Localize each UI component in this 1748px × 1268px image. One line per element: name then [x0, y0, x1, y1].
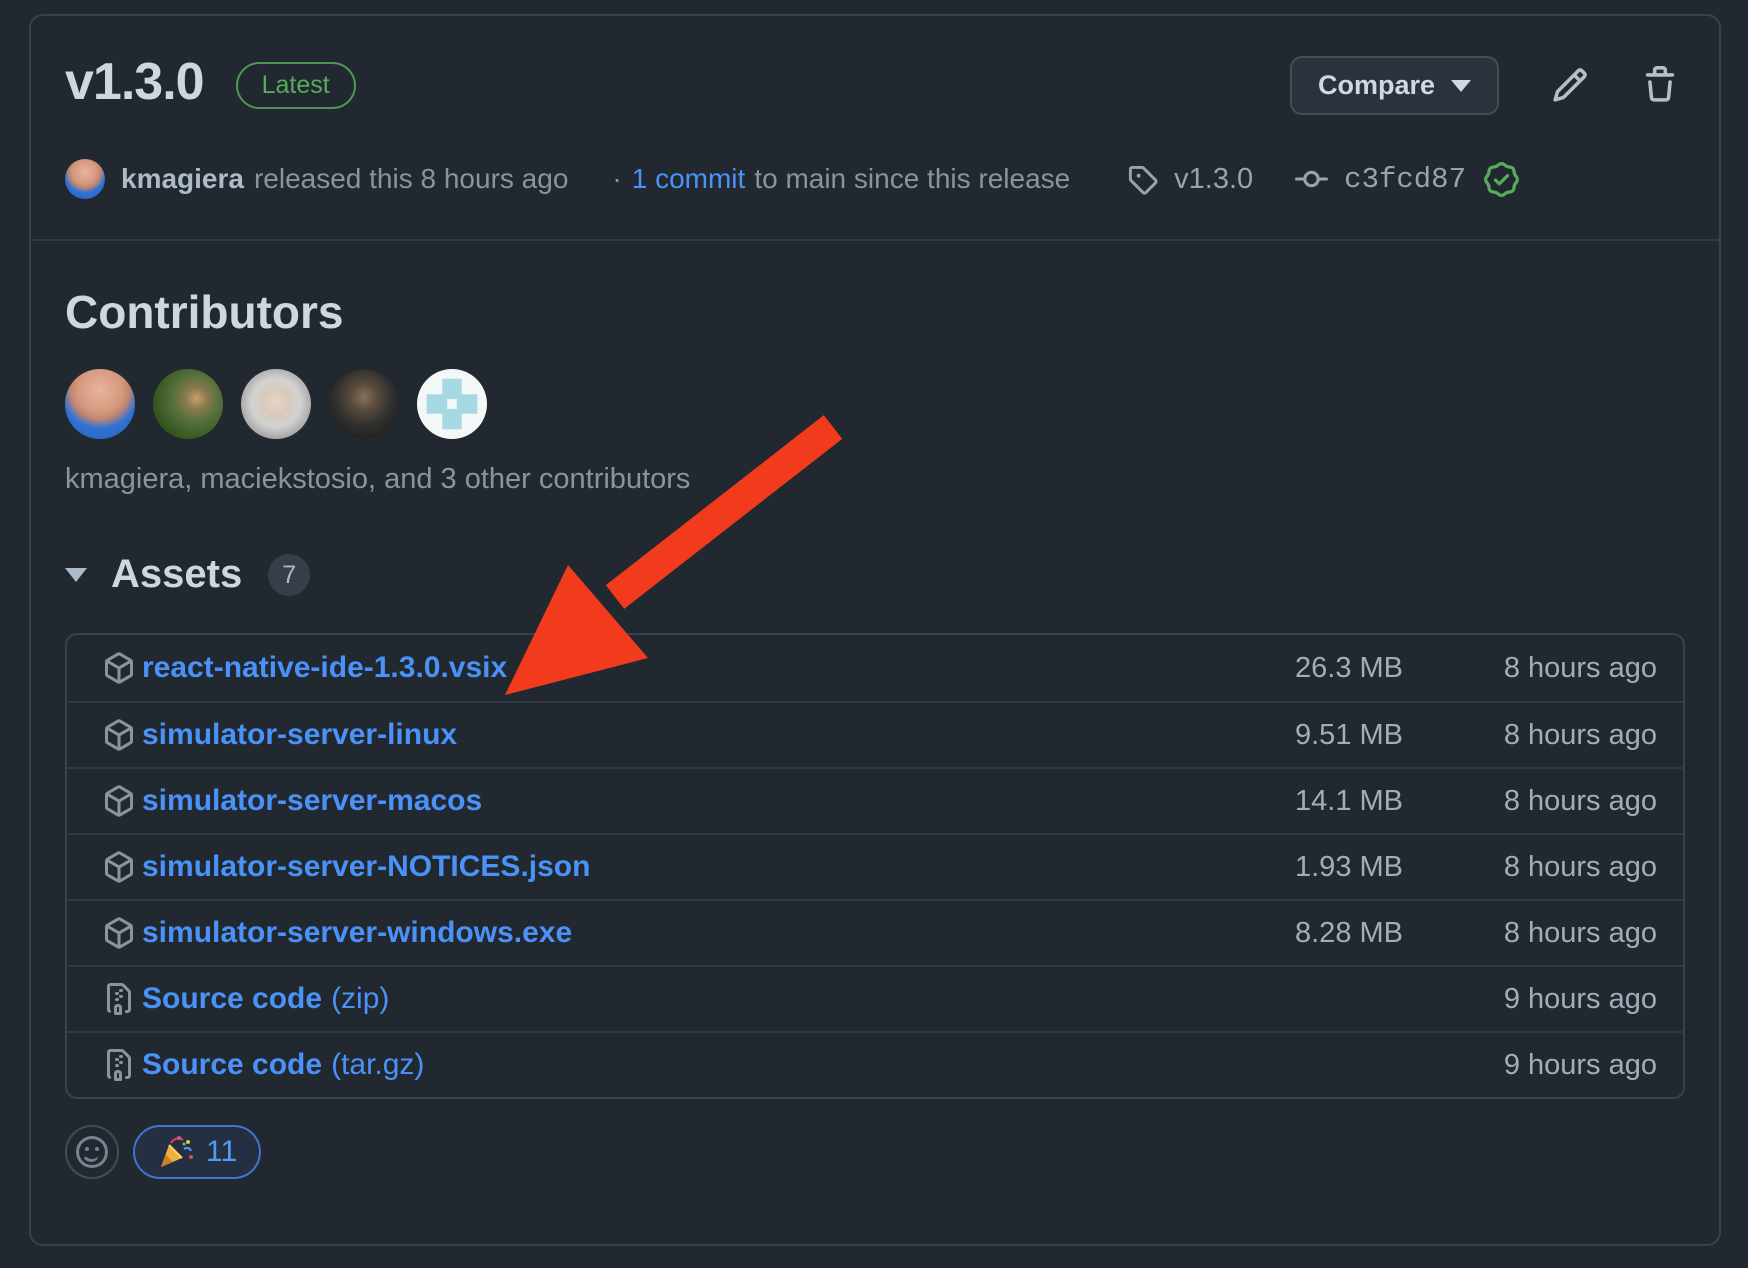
asset-time: 8 hours ago — [1403, 917, 1657, 950]
table-row: react-native-ide-1.3.0.vsix 26.3 MB 8 ho… — [67, 635, 1683, 701]
asset-name: simulator-server-NOTICES.json — [142, 850, 590, 884]
file-zip-icon — [103, 983, 135, 1015]
commits-rest-text: to main since this release — [754, 163, 1070, 195]
asset-suffix: (zip) — [331, 982, 389, 1016]
delete-release-button[interactable] — [1641, 66, 1679, 107]
tag-icon — [1127, 164, 1158, 195]
contributors-avatar-row — [65, 369, 1685, 439]
reaction-tada-button[interactable]: 11 — [133, 1125, 261, 1179]
asset-name: simulator-server-linux — [142, 718, 457, 752]
avatar-contributor-5[interactable] — [417, 369, 487, 439]
asset-name: react-native-ide-1.3.0.vsix — [142, 651, 507, 685]
release-header: v1.3.0 Latest Compare kmagiera released … — [31, 16, 1719, 241]
asset-name: simulator-server-macos — [142, 784, 482, 818]
asset-link[interactable]: simulator-server-NOTICES.json — [142, 850, 590, 884]
asset-link[interactable]: simulator-server-macos — [142, 784, 482, 818]
trash-icon — [1641, 92, 1679, 107]
author-avatar[interactable] — [65, 159, 105, 199]
table-row: simulator-server-macos 14.1 MB 8 hours a… — [67, 767, 1683, 833]
asset-suffix: (tar.gz) — [331, 1048, 424, 1082]
edit-release-button[interactable] — [1551, 66, 1589, 107]
release-actions: Compare — [1290, 56, 1679, 115]
table-row: simulator-server-linux 9.51 MB 8 hours a… — [67, 701, 1683, 767]
add-reaction-button[interactable] — [65, 1125, 119, 1179]
commits-link[interactable]: 1 commit — [632, 163, 746, 195]
reactions-bar: 11 — [65, 1125, 1685, 1179]
author-name[interactable]: kmagiera — [121, 163, 244, 195]
pencil-icon — [1551, 92, 1589, 107]
package-icon — [103, 917, 135, 949]
package-icon — [103, 652, 135, 684]
asset-name: Source code — [142, 1048, 322, 1082]
compare-button[interactable]: Compare — [1290, 56, 1499, 115]
asset-time: 8 hours ago — [1403, 719, 1657, 752]
asset-link[interactable]: react-native-ide-1.3.0.vsix — [142, 651, 507, 685]
latest-badge: Latest — [236, 62, 356, 109]
package-icon — [103, 719, 135, 751]
git-commit-icon — [1295, 163, 1328, 196]
contributors-caption: kmagiera, maciekstosio, and 3 other cont… — [65, 463, 1685, 496]
asset-size: 1.93 MB — [1163, 851, 1403, 884]
release-body: Contributors kmagiera, maciekstosio, and… — [31, 241, 1719, 1179]
asset-link[interactable]: simulator-server-linux — [142, 718, 457, 752]
release-card: v1.3.0 Latest Compare kmagiera released … — [29, 14, 1721, 1246]
title-row: v1.3.0 Latest Compare — [65, 56, 1679, 115]
compare-button-label: Compare — [1318, 70, 1435, 101]
assets-table: react-native-ide-1.3.0.vsix 26.3 MB 8 ho… — [65, 633, 1685, 1099]
released-text: released this 8 hours ago — [254, 163, 568, 195]
package-icon — [103, 785, 135, 817]
avatar-contributor-2[interactable] — [153, 369, 223, 439]
party-popper-emoji — [157, 1134, 193, 1170]
release-title: v1.3.0 — [65, 56, 204, 108]
asset-time: 8 hours ago — [1403, 851, 1657, 884]
assets-count-badge: 7 — [268, 554, 310, 596]
table-row: simulator-server-NOTICES.json 1.93 MB 8 … — [67, 833, 1683, 899]
asset-name: simulator-server-windows.exe — [142, 916, 572, 950]
asset-time: 9 hours ago — [1403, 1049, 1657, 1082]
asset-size: 8.28 MB — [1163, 917, 1403, 950]
asset-size: 9.51 MB — [1163, 719, 1403, 752]
verified-check-icon — [1484, 162, 1519, 197]
assets-toggle[interactable]: Assets 7 — [65, 552, 1685, 597]
tag-label: v1.3.0 — [1174, 163, 1253, 196]
avatar-contributor-3[interactable] — [241, 369, 311, 439]
release-info: kmagiera released this 8 hours ago · 1 c… — [65, 159, 1679, 199]
triangle-down-icon — [65, 568, 87, 582]
source-code-targz-link[interactable]: Source code (tar.gz) — [142, 1048, 424, 1082]
table-row: Source code (zip) 9 hours ago — [67, 965, 1683, 1031]
asset-link[interactable]: simulator-server-windows.exe — [142, 916, 572, 950]
table-row: simulator-server-windows.exe 8.28 MB 8 h… — [67, 899, 1683, 965]
release-meta: v1.3.0 c3fcd87 — [1127, 162, 1519, 197]
asset-name: Source code — [142, 982, 322, 1016]
contributors-heading: Contributors — [65, 285, 1685, 339]
asset-time: 8 hours ago — [1403, 652, 1657, 685]
file-zip-icon — [103, 1049, 135, 1081]
table-row: Source code (tar.gz) 9 hours ago — [67, 1031, 1683, 1097]
smiley-icon — [76, 1136, 108, 1168]
asset-time: 8 hours ago — [1403, 785, 1657, 818]
commit-hash-link[interactable]: c3fcd87 — [1344, 163, 1466, 196]
avatar-contributor-4[interactable] — [329, 369, 399, 439]
assets-heading: Assets — [111, 552, 242, 597]
source-code-zip-link[interactable]: Source code (zip) — [142, 982, 389, 1016]
asset-size: 26.3 MB — [1163, 652, 1403, 685]
avatar-contributor-1[interactable] — [65, 369, 135, 439]
asset-time: 9 hours ago — [1403, 983, 1657, 1016]
asset-size: 14.1 MB — [1163, 785, 1403, 818]
chevron-down-icon — [1451, 80, 1471, 92]
package-icon — [103, 851, 135, 883]
separator-dot: · — [612, 163, 621, 195]
reaction-count: 11 — [206, 1135, 237, 1169]
